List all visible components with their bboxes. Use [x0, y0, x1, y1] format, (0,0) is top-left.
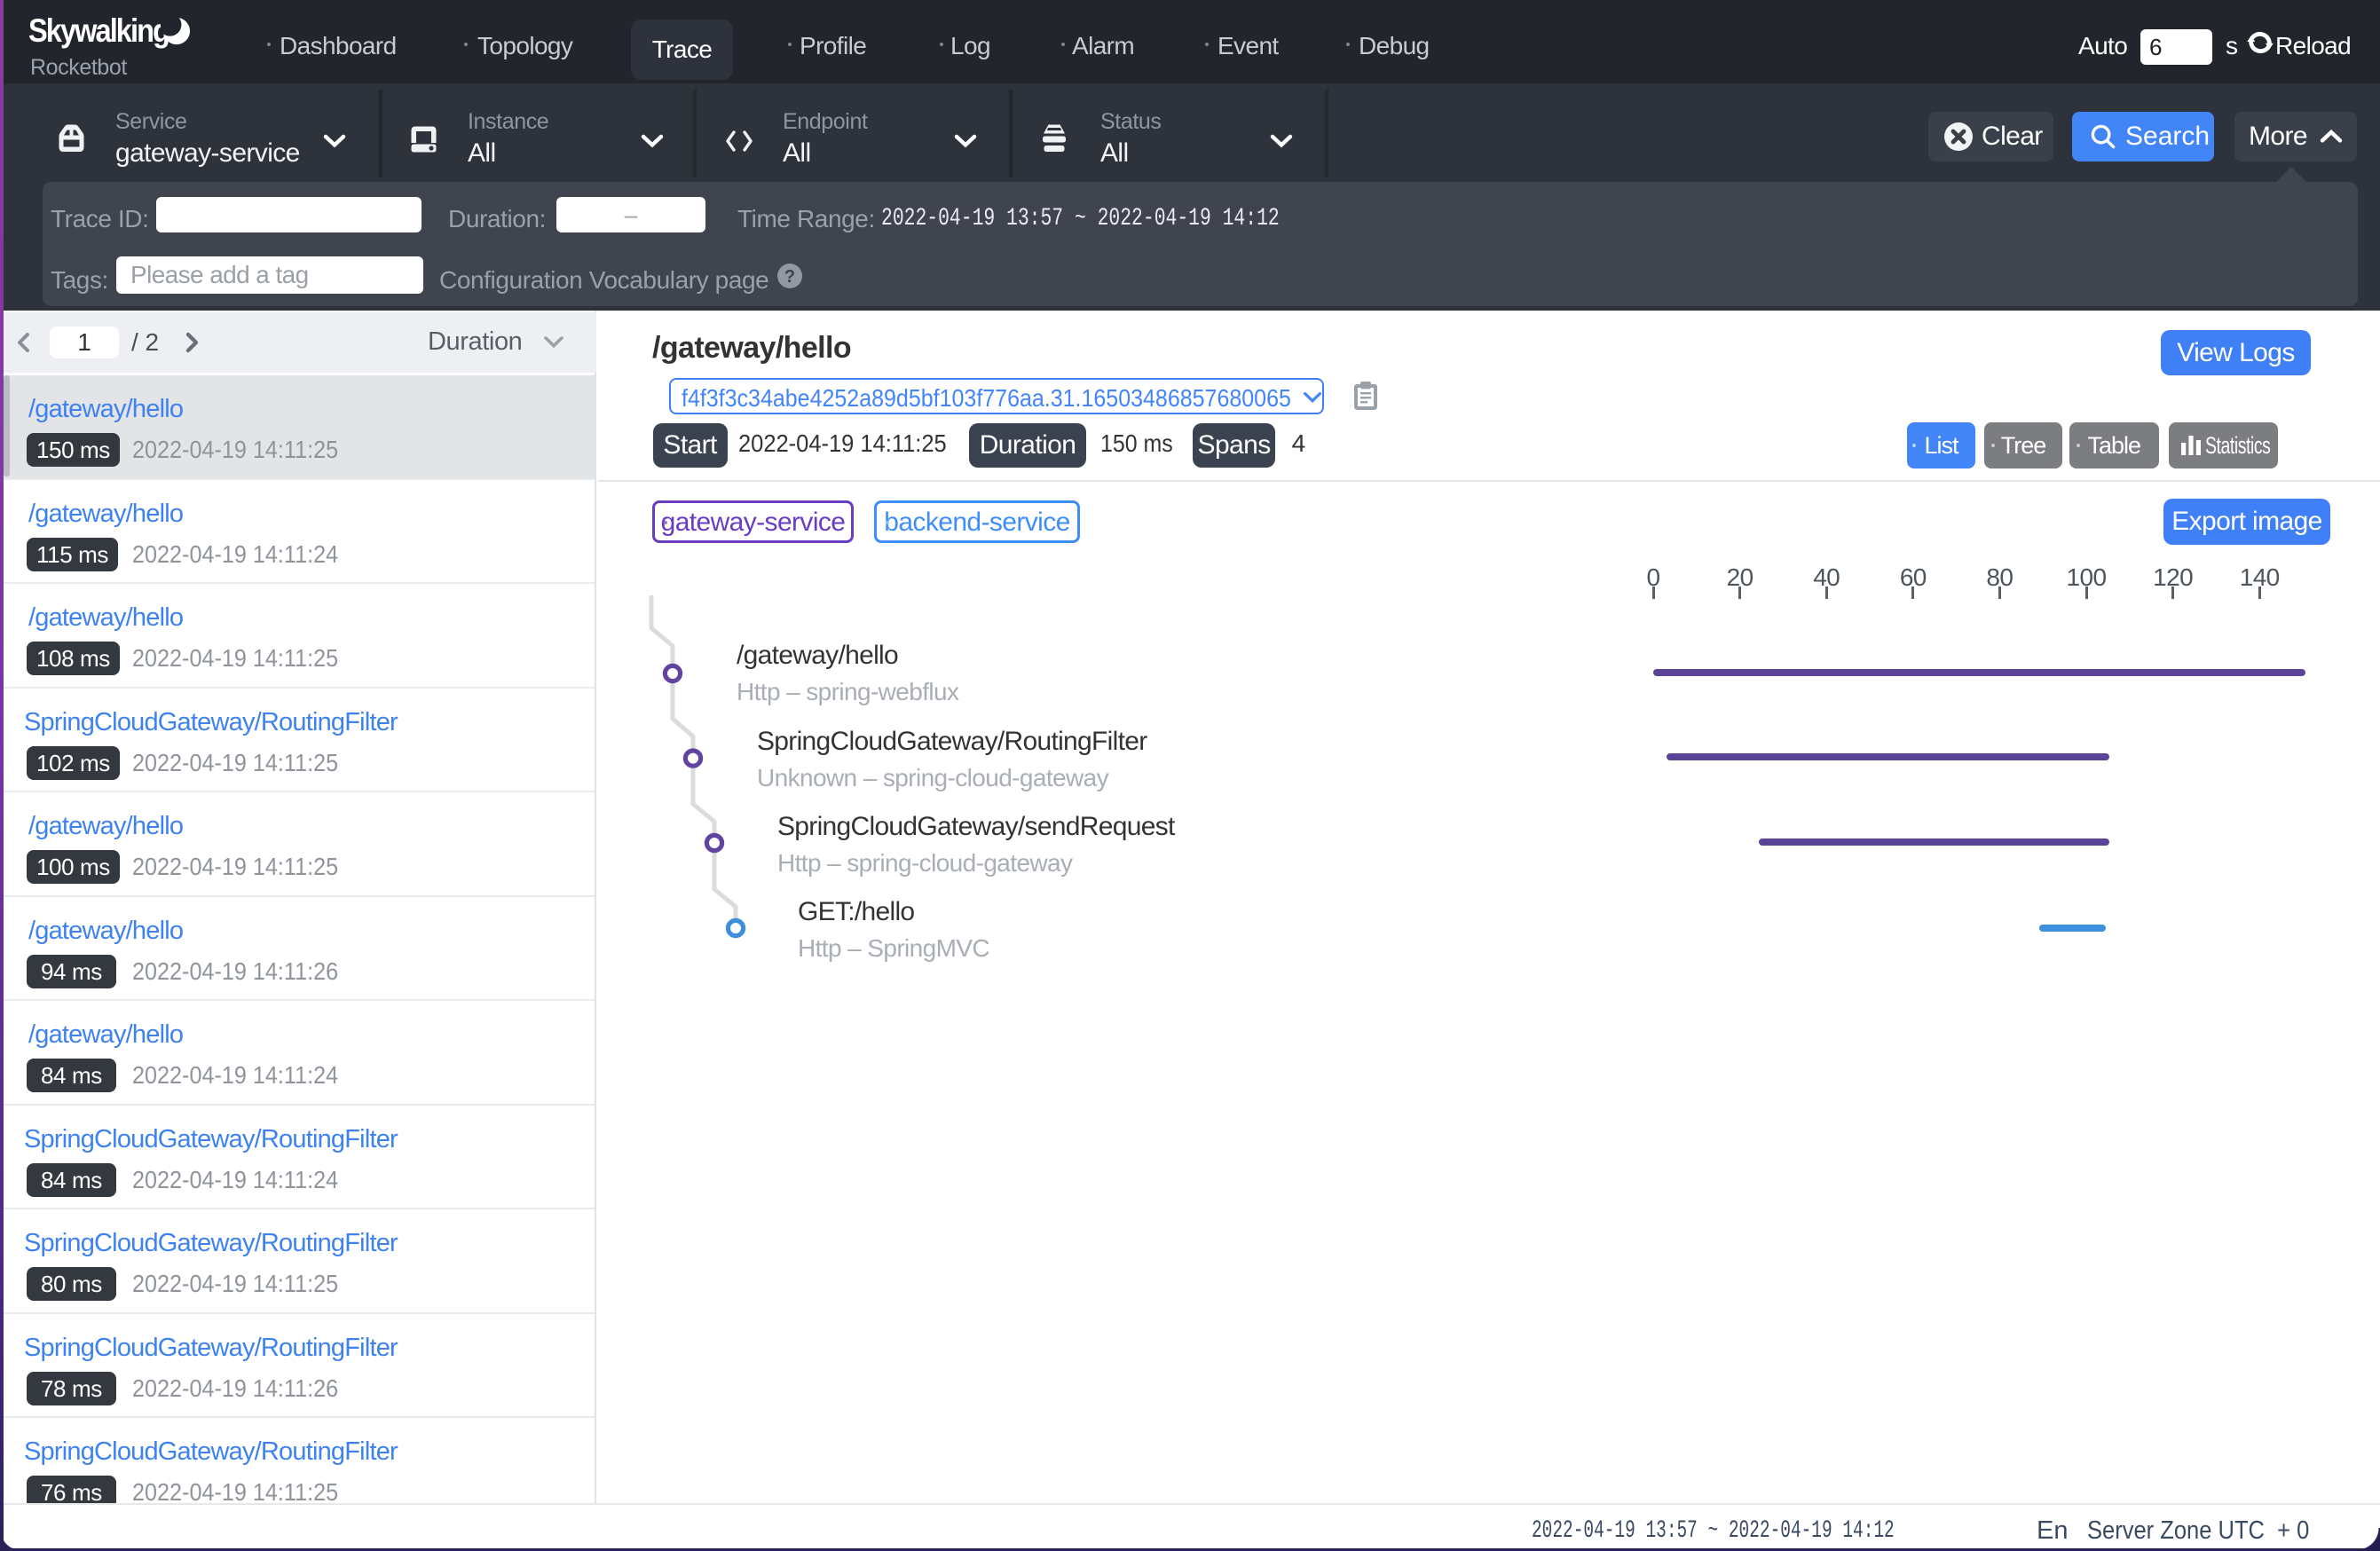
svg-text:?: ? — [784, 267, 795, 287]
